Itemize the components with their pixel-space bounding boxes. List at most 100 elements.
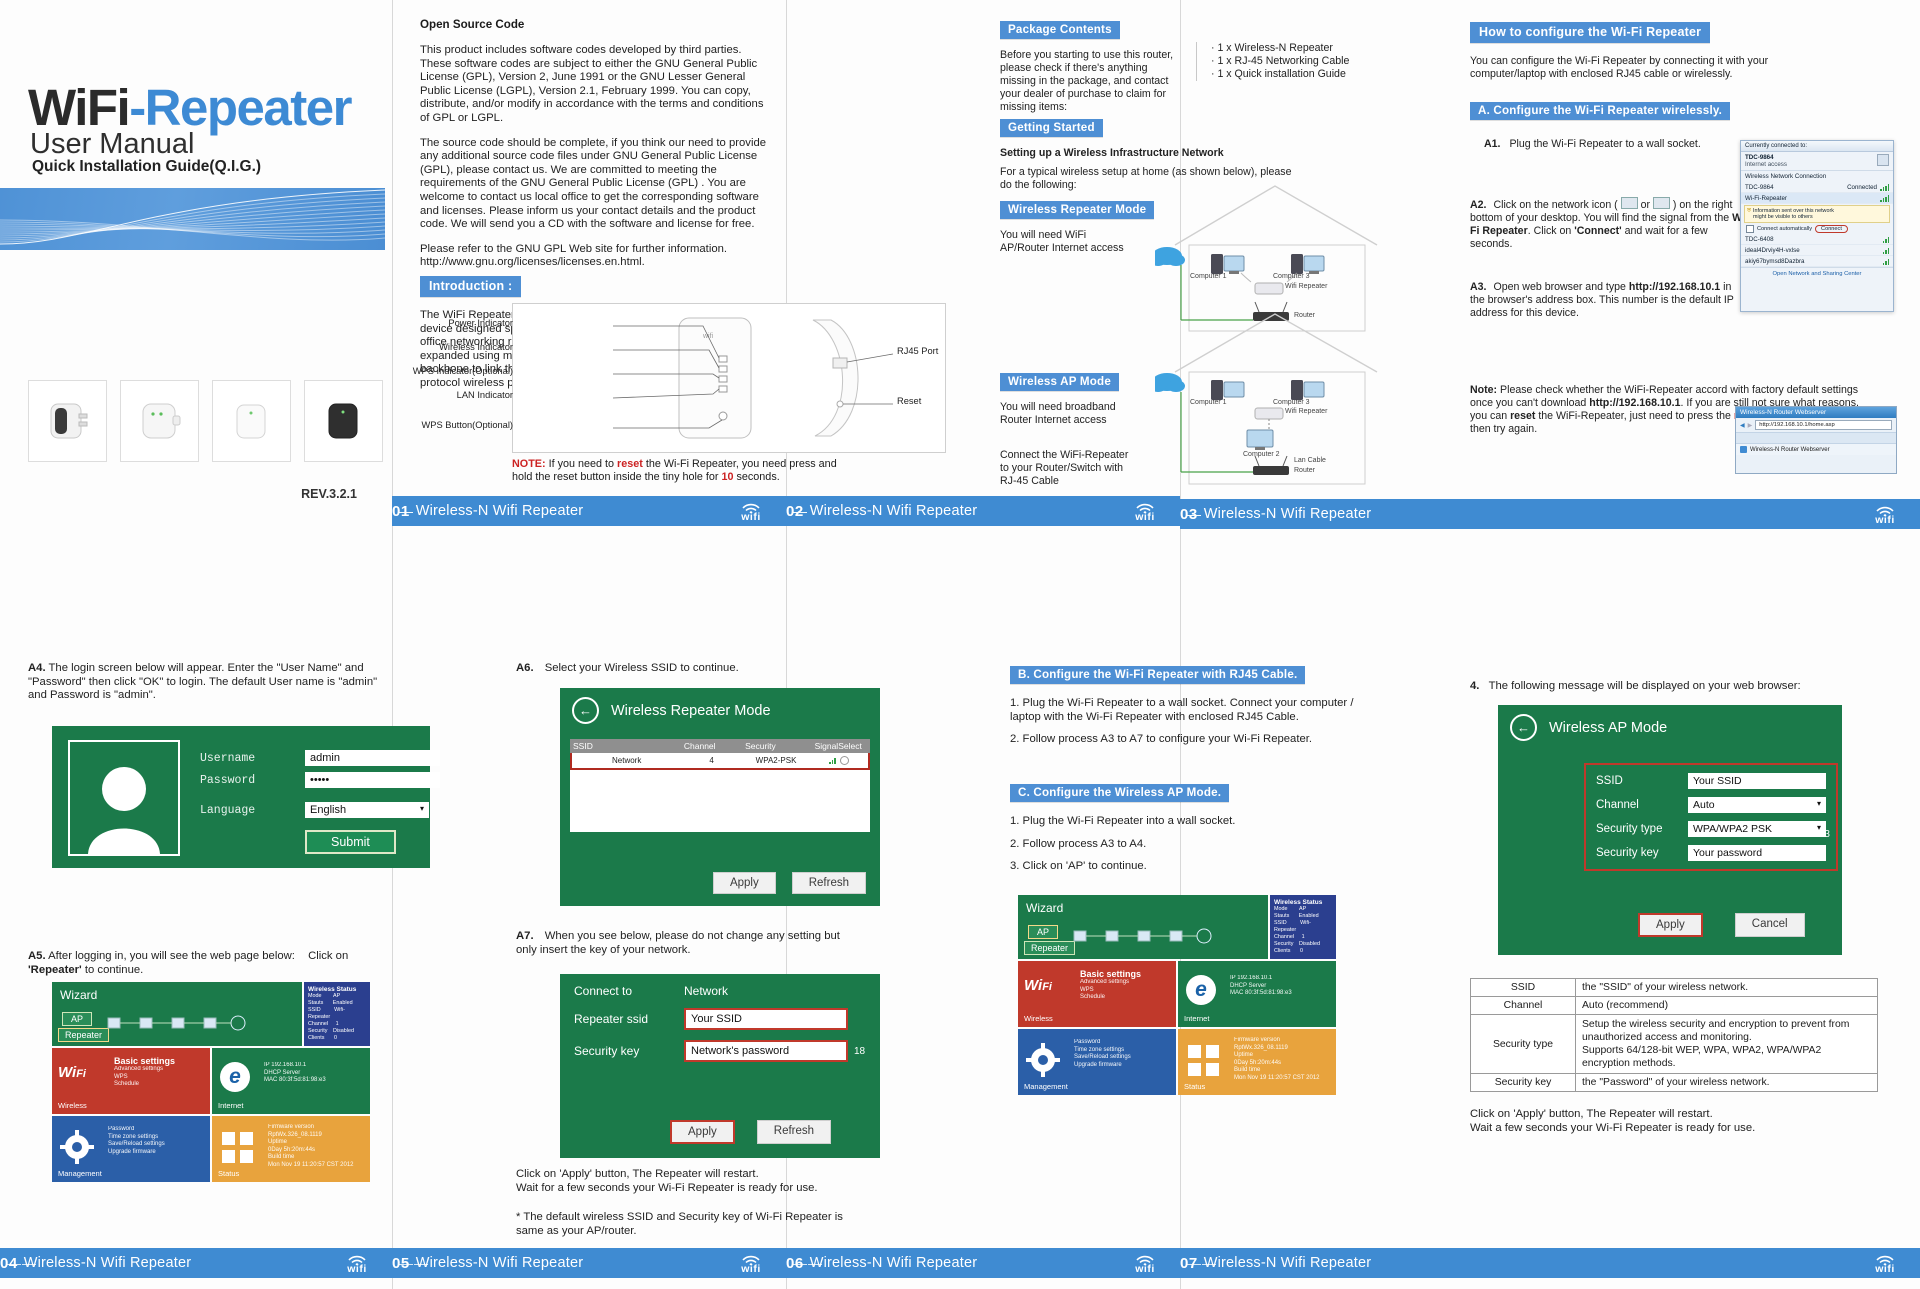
ssid-row[interactable]: SSID Your SSID: [1596, 773, 1826, 789]
step-4-key: 4.: [1470, 680, 1480, 692]
signal-bars-icon: [1880, 183, 1889, 191]
auto-connect-row[interactable]: Connect automatically Connect: [1741, 224, 1893, 234]
language-select[interactable]: English ▾: [305, 802, 429, 818]
browser-window[interactable]: Wireless-N Router Webserver ◀ ▶ http://1…: [1735, 406, 1897, 474]
radio-select-icon[interactable]: [839, 756, 849, 765]
package-panel: Package Contents Before you starting to …: [1000, 20, 1180, 114]
username-input[interactable]: admin: [305, 750, 440, 766]
security-type-row[interactable]: Security type WPA/WPA2 PSK ▾: [1596, 821, 1826, 837]
tile-name: Internet: [218, 1101, 244, 1110]
repeater-ssid-row[interactable]: Repeater ssid Your SSID: [574, 1008, 866, 1030]
wireless-repeater-mode-screen[interactable]: ← Wireless Repeater Mode SSID Channel Se…: [560, 688, 880, 906]
back-icon[interactable]: ◀: [1740, 422, 1745, 429]
wifi-logo-icon: WiFi: [1024, 977, 1052, 994]
wireless-ap-mode-screen[interactable]: ← Wireless AP Mode SSID Your SSID Channe…: [1498, 705, 1842, 955]
label-router: Router: [1294, 467, 1316, 474]
repeater-ssid-input[interactable]: Your SSID: [684, 1008, 848, 1030]
security-key-input[interactable]: Network's password: [684, 1040, 848, 1062]
open-source-p3: Please refer to the GNU GPL Web site for…: [420, 243, 770, 270]
network-tray-icon[interactable]: [1620, 197, 1638, 209]
network-row[interactable]: akiy67bymsd8Dazbra: [1741, 256, 1893, 267]
step-a5-text3: to continue.: [84, 963, 144, 976]
apply-button[interactable]: Apply: [670, 1120, 735, 1144]
repeater-button[interactable]: Repeater: [1024, 941, 1076, 955]
product-photo: [212, 380, 291, 462]
chevron-down-icon[interactable]: ▾: [420, 804, 424, 816]
refresh-button[interactable]: Refresh: [756, 1120, 832, 1144]
browser-tab-label[interactable]: Wireless-N Router Webserver: [1750, 447, 1830, 453]
open-source-p2: The source code should be complete, if y…: [420, 136, 767, 231]
wizard-tile[interactable]: Wizard AP Repeater: [52, 982, 302, 1046]
product-photo-row: [28, 380, 383, 462]
password-row[interactable]: Password •••••: [200, 772, 440, 788]
network-row[interactable]: TDC-9864 Connected: [1741, 182, 1893, 193]
ssid-label: SSID: [1596, 775, 1623, 787]
wifi-logo-text: wifi: [1875, 1262, 1895, 1275]
forward-icon[interactable]: ▶: [1748, 422, 1753, 429]
windows-network-popup[interactable]: Currently connected to: TDC-9864 Interne…: [1740, 140, 1894, 312]
connect-button[interactable]: Connect: [1815, 225, 1848, 233]
open-network-sharing-link[interactable]: Open Network and Sharing Center: [1741, 267, 1893, 280]
security-key-row[interactable]: Security key Network's password 18: [574, 1040, 866, 1062]
apply-button[interactable]: Apply: [712, 872, 776, 894]
step-a5-text: After logging in, you will see the web p…: [48, 950, 295, 962]
label-lan-cable: Lan Cable: [1294, 457, 1326, 464]
network-row[interactable]: TDC-6408: [1741, 234, 1893, 245]
status-tile[interactable]: Firmware version RptWx.326_08.1119 Uptim…: [1178, 1029, 1336, 1095]
language-label: Language: [200, 803, 256, 817]
back-arrow-icon[interactable]: ←: [572, 697, 599, 724]
internet-tile[interactable]: e IP 192.168.10.1 DHCP Server MAC 80:3f:…: [1178, 961, 1336, 1027]
refresh-button[interactable]: Refresh: [791, 872, 866, 894]
channel-select[interactable]: Auto ▾: [1688, 797, 1826, 813]
back-arrow-icon[interactable]: ←: [1510, 714, 1537, 741]
step-a2: A2. Click on the network icon ( or ) on …: [1470, 197, 1750, 251]
ssid-table-header: SSID Channel Security SignalSelect: [570, 739, 870, 753]
wireless-tile[interactable]: WiFi Basic settings Advanced settings WP…: [52, 1048, 210, 1114]
security-type-select[interactable]: WPA/WPA2 PSK ▾: [1688, 821, 1826, 837]
channel-row[interactable]: Channel Auto ▾: [1596, 797, 1826, 813]
url-input[interactable]: http://192.168.10.1/home.asp: [1755, 420, 1892, 430]
network-tray-icon-alt[interactable]: [1652, 197, 1670, 209]
language-row[interactable]: Language English ▾: [200, 802, 440, 818]
repeater-button[interactable]: Repeater: [58, 1028, 110, 1042]
checkbox-icon[interactable]: [1746, 225, 1754, 233]
table-row[interactable]: Network 4 WPA2-PSK: [570, 753, 870, 770]
router-dashboard[interactable]: Wizard AP Repeater Wireless Status Mode …: [52, 982, 370, 1202]
ap-button[interactable]: AP: [1028, 925, 1059, 939]
security-key-input[interactable]: Your password: [1688, 845, 1826, 861]
gear-icon: [60, 1130, 94, 1164]
label-computer-2: Computer 2: [1243, 451, 1280, 458]
tile-line: WPS: [114, 1073, 128, 1080]
wifi-logo: wifi: [336, 1250, 378, 1276]
def-key: Security type: [1470, 1014, 1576, 1074]
cover-subtitle: User Manual: [30, 128, 195, 160]
step-a4: A4. The login screen below will appear. …: [28, 662, 378, 703]
ssid-input[interactable]: Your SSID: [1688, 773, 1826, 789]
login-screen[interactable]: Username admin Password ••••• Language E…: [52, 726, 440, 868]
step-a6-text: Select your Wireless SSID to continue.: [544, 662, 739, 674]
chevron-down-icon[interactable]: ▾: [1817, 799, 1821, 811]
apply-button[interactable]: Apply: [1638, 913, 1703, 937]
router-dashboard-secondary[interactable]: Wizard AP Repeater Wireless Status Mode …: [1018, 895, 1336, 1115]
repeater-key-screen[interactable]: Connect to Network Repeater ssid Your SS…: [560, 974, 880, 1158]
username-row[interactable]: Username admin: [200, 750, 440, 766]
password-input[interactable]: •••••: [305, 772, 440, 788]
ap-button[interactable]: AP: [62, 1012, 93, 1026]
management-tile[interactable]: Password Time zone settings Save/Reload …: [52, 1116, 210, 1182]
wireless-tile[interactable]: WiFi Basic settings Advanced settings WP…: [1018, 961, 1176, 1027]
network-row[interactable]: ideal4Drviy4H-vxlse: [1741, 245, 1893, 256]
network-row-selected[interactable]: Wi-Fi-Repeater: [1741, 193, 1893, 204]
security-key-row[interactable]: Security key Your password: [1596, 845, 1826, 861]
ssid-table[interactable]: SSID Channel Security SignalSelect Netwo…: [570, 739, 870, 832]
cancel-button[interactable]: Cancel: [1734, 913, 1805, 937]
wizard-tile[interactable]: Wizard AP Repeater: [1018, 895, 1268, 959]
management-tile[interactable]: Password Time zone settings Save/Reload …: [1018, 1029, 1176, 1095]
step-a1-text: Plug the Wi-Fi Repeater to a wall socket…: [1509, 138, 1701, 150]
signal-bars-icon: [1880, 194, 1889, 202]
internet-tile[interactable]: e IP 192.168.10.1 DHCP Server MAC 80:3f:…: [212, 1048, 370, 1114]
status-key: Clients: [1274, 948, 1291, 954]
status-tile[interactable]: Firmware version RptWx.326_08.1119 Uptim…: [212, 1116, 370, 1182]
tile-line: Mon Nov 19 11:20:57 CST 2012: [268, 1161, 354, 1168]
wifi-logo: wifi: [730, 1250, 772, 1276]
submit-button[interactable]: Submit: [305, 830, 396, 854]
